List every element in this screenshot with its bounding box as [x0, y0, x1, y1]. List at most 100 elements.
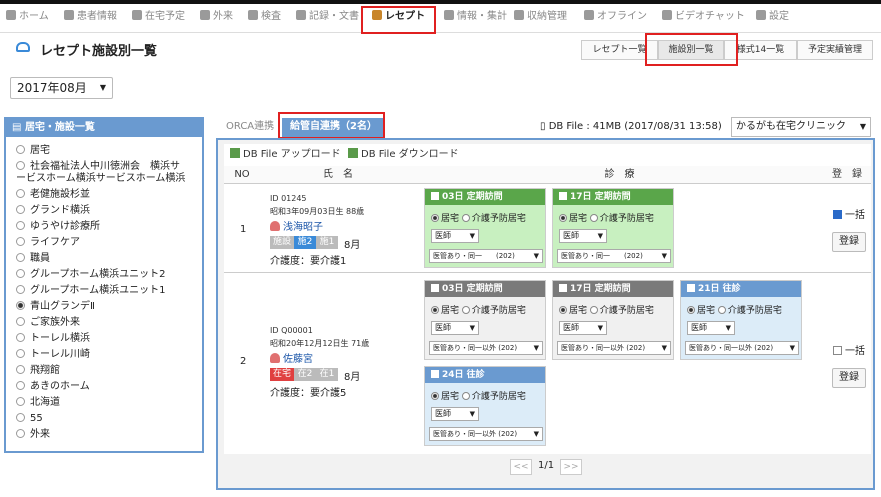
doctor-select[interactable]: 医師 ▼ [431, 407, 479, 421]
radio-icon[interactable] [461, 392, 470, 400]
fee-select[interactable]: 医管あり・同一以外 (202) ▼ [429, 427, 543, 441]
sidebar-item-aki[interactable]: あきのホーム [16, 381, 90, 393]
sidebar-item-torel-yokohama[interactable]: トーレル横浜 [16, 333, 90, 345]
radio-selected-icon[interactable] [431, 306, 439, 314]
db-upload-button[interactable]: DB File アップロード [230, 146, 341, 164]
visit-card-header[interactable]: 24日 往診 [425, 367, 545, 383]
sidebar-item-label: グループホーム横浜ユニット2 [30, 269, 166, 280]
sidebar-item-aoyama[interactable]: 青山グランデⅡ [16, 301, 95, 313]
bulk-checkbox[interactable]: 一括 [833, 206, 865, 221]
register-button[interactable]: 登録 [832, 232, 866, 252]
dropdown-arrow-icon: ▼ [661, 344, 667, 352]
sidebar-item-label: ービスホーム横浜サービスホーム横浜 [16, 173, 186, 184]
radio-selected-icon[interactable] [559, 214, 567, 222]
nav-label: ホーム [19, 11, 49, 22]
doctor-select[interactable]: 医師 ▼ [687, 321, 735, 335]
sidebar-item-grand[interactable]: グランド横浜 [16, 205, 90, 217]
user-icon [270, 221, 280, 231]
schedule-management-button[interactable]: 予定実績管理 [797, 40, 873, 60]
next-page-button[interactable]: >> [560, 459, 582, 475]
sidebar-item-outpatient[interactable]: 外来 [16, 429, 50, 441]
nav-home-schedule[interactable]: 在宅予定 [132, 8, 185, 26]
nav-records[interactable]: 記録・文書 [296, 8, 359, 26]
nav-patient-info[interactable]: 患者情報 [64, 8, 117, 26]
doctor-select[interactable]: 医師 ▼ [559, 229, 607, 243]
doctor-select[interactable]: 医師 ▼ [431, 229, 479, 243]
stats-icon [444, 10, 454, 20]
month-select[interactable]: 2017年08月 ▼ [10, 77, 113, 99]
sidebar-item-hishokan[interactable]: 飛翔館 [16, 365, 60, 377]
month-label: 8月 [344, 240, 361, 251]
sidebar-item-family[interactable]: ご家族外来 [16, 317, 80, 329]
sidebar-item-staff[interactable]: 職員 [16, 253, 50, 265]
radio-icon[interactable] [717, 306, 726, 314]
option-label: 居宅 [697, 306, 716, 316]
dropdown-arrow-icon: ▼ [469, 324, 475, 332]
radio-icon [16, 145, 25, 154]
radio-icon [16, 221, 25, 230]
sidebar-item-home[interactable]: 居宅 [16, 145, 50, 157]
sidebar-item-nakagawa[interactable]: 社会福祉法人中川徳洲会 横浜サ [16, 161, 180, 173]
sidebar-item-roken[interactable]: 老健施設杉並 [16, 189, 90, 201]
radio-selected-icon[interactable] [431, 392, 439, 400]
radio-icon[interactable] [461, 306, 470, 314]
radio-icon [16, 349, 25, 358]
patient-name[interactable]: 浅海昭子 [270, 218, 323, 233]
nav-video-chat[interactable]: ビデオチャット [662, 8, 745, 26]
fee-value: 医管あり・同一以外 (202) [433, 430, 518, 438]
option-label: 介護予防居宅 [599, 214, 654, 224]
fee-select[interactable]: 医管あり・同一以外 (202) ▼ [557, 341, 671, 355]
sidebar-item-label: あきのホーム [30, 381, 90, 392]
sidebar-item-55[interactable]: 55 [16, 413, 43, 425]
radio-selected-icon[interactable] [687, 306, 695, 314]
fee-select[interactable]: 医管あり・同一 (202) ▼ [557, 249, 671, 263]
prev-page-button[interactable]: << [510, 459, 532, 475]
sidebar-item-hokkaido[interactable]: 北海道 [16, 397, 60, 409]
sidebar-item-gh-unit1[interactable]: グループホーム横浜ユニット1 [16, 285, 165, 297]
sidebar-item-lifecare[interactable]: ライフケア [16, 237, 80, 249]
nav-stats[interactable]: 情報・集計 [444, 8, 507, 26]
nav-billing[interactable]: 収納管理 [514, 8, 567, 26]
fee-select[interactable]: 医管あり・同一以外 (202) ▼ [685, 341, 799, 355]
nav-offline[interactable]: オフライン [584, 8, 647, 26]
visit-card-header[interactable]: 17日 定期訪問 [553, 189, 673, 205]
fee-select[interactable]: 医管あり・同一 (202) ▼ [429, 249, 543, 263]
doctor-select[interactable]: 医師 ▼ [559, 321, 607, 335]
clinic-select[interactable]: かるがも在宅クリニック ▼ [731, 117, 871, 137]
patient-name[interactable]: 佐藤宮 [270, 350, 313, 365]
nav-home[interactable]: ホーム [6, 8, 49, 26]
nav-label: 情報・集計 [457, 11, 507, 22]
radio-icon[interactable] [589, 214, 598, 222]
nav-settings[interactable]: 設定 [756, 8, 789, 26]
register-icon [514, 10, 524, 20]
tab-orca[interactable]: ORCA連携 [218, 118, 282, 138]
row-number: 1 [240, 224, 247, 235]
sidebar-item-label: 飛翔館 [30, 365, 60, 376]
fee-value: 医管あり・同一以外 (202) [689, 344, 774, 352]
fee-value: 医管あり・同一 (202) [561, 252, 643, 260]
visit-card-header[interactable]: 03日 定期訪問 [425, 189, 545, 205]
dropdown-arrow-icon: ▼ [533, 344, 539, 352]
nav-exam[interactable]: 検査 [248, 8, 281, 26]
doctor-select[interactable]: 医師 ▼ [431, 321, 479, 335]
checkbox-icon [687, 284, 695, 292]
radio-selected-icon[interactable] [431, 214, 439, 222]
db-download-button[interactable]: DB File ダウンロード [348, 146, 459, 164]
fee-select[interactable]: 医管あり・同一以外 (202) ▼ [429, 341, 543, 355]
nav-outpatient[interactable]: 外来 [200, 8, 233, 26]
sidebar-item-gh-unit2[interactable]: グループホーム横浜ユニット2 [16, 269, 165, 281]
register-button[interactable]: 登録 [832, 368, 866, 388]
radio-icon[interactable] [589, 306, 598, 314]
sidebar-item-label: トーレル川崎 [30, 349, 90, 360]
option-label: 介護予防居宅 [471, 392, 526, 402]
checkbox-icon [431, 370, 439, 378]
bulk-checkbox[interactable]: 一括 [833, 342, 865, 357]
sidebar-item-yuyake[interactable]: ゆうやけ診療所 [16, 221, 100, 233]
visit-card: 03日 定期訪問 居宅 介護予防居宅 医師 ▼ 医管あり・同一 (202) ▼ [424, 188, 546, 268]
visit-card-header[interactable]: 21日 往診 [681, 281, 801, 297]
radio-icon[interactable] [461, 214, 470, 222]
sidebar-item-torel-kawasaki[interactable]: トーレル川崎 [16, 349, 90, 361]
visit-card-header[interactable]: 03日 定期訪問 [425, 281, 545, 297]
visit-card-header[interactable]: 17日 定期訪問 [553, 281, 673, 297]
radio-selected-icon[interactable] [559, 306, 567, 314]
